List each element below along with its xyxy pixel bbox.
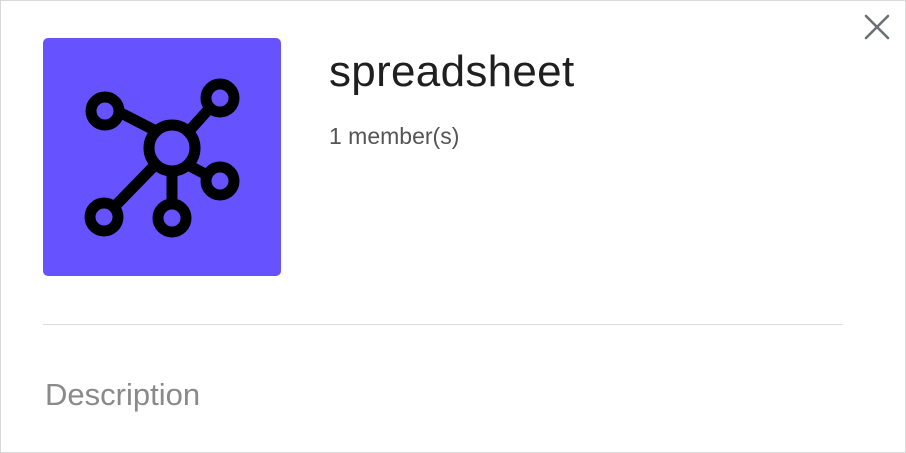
group-details-panel: spreadsheet 1 member(s) Description (0, 0, 906, 453)
close-icon (864, 14, 890, 40)
page-title: spreadsheet (329, 47, 575, 96)
description-label: Description (45, 377, 201, 412)
network-icon (84, 78, 240, 238)
divider (43, 324, 843, 325)
close-button[interactable] (861, 11, 893, 43)
member-count: 1 member(s) (329, 123, 460, 149)
group-avatar (43, 38, 281, 276)
